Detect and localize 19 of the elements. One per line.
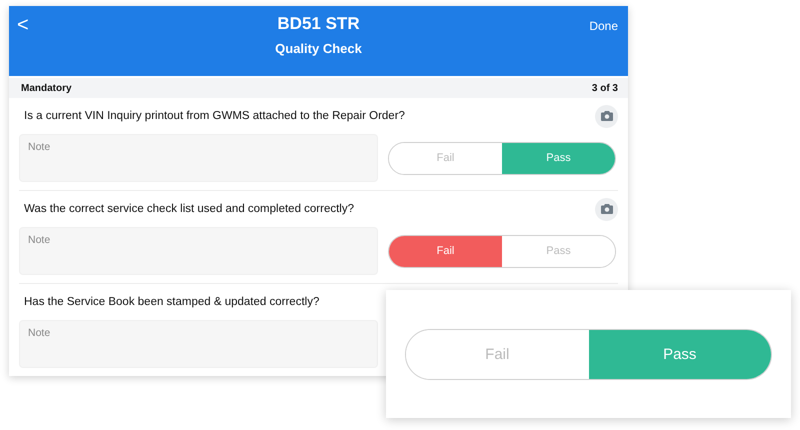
fail-option[interactable]: Fail [389, 236, 502, 266]
question-text: Is a current VIN Inquiry printout from GWMS attached to the Repair Order? [24, 110, 405, 122]
done-button[interactable]: Done [589, 6, 628, 33]
screen-subtitle: Quality Check [275, 41, 362, 56]
vehicle-title: BD51 STR [277, 14, 360, 34]
camera-button[interactable] [595, 198, 618, 220]
pass-option[interactable]: Pass [502, 142, 615, 174]
note-field[interactable]: Note [19, 134, 378, 182]
section-count: 3 of 3 [592, 82, 618, 94]
pass-option[interactable]: Pass [588, 330, 771, 378]
back-button[interactable]: < [9, 6, 39, 37]
section-title: Mandatory [21, 82, 72, 94]
camera-button[interactable] [595, 104, 618, 128]
camera-icon [600, 204, 612, 214]
note-field[interactable]: Note [19, 227, 378, 275]
note-field[interactable]: Note [19, 320, 378, 368]
camera-icon [600, 111, 612, 121]
question-text: Was the correct service check list used and completed correctly? [24, 203, 354, 215]
question-text: Has the Service Book been stamped & updated correctly? [24, 296, 320, 308]
